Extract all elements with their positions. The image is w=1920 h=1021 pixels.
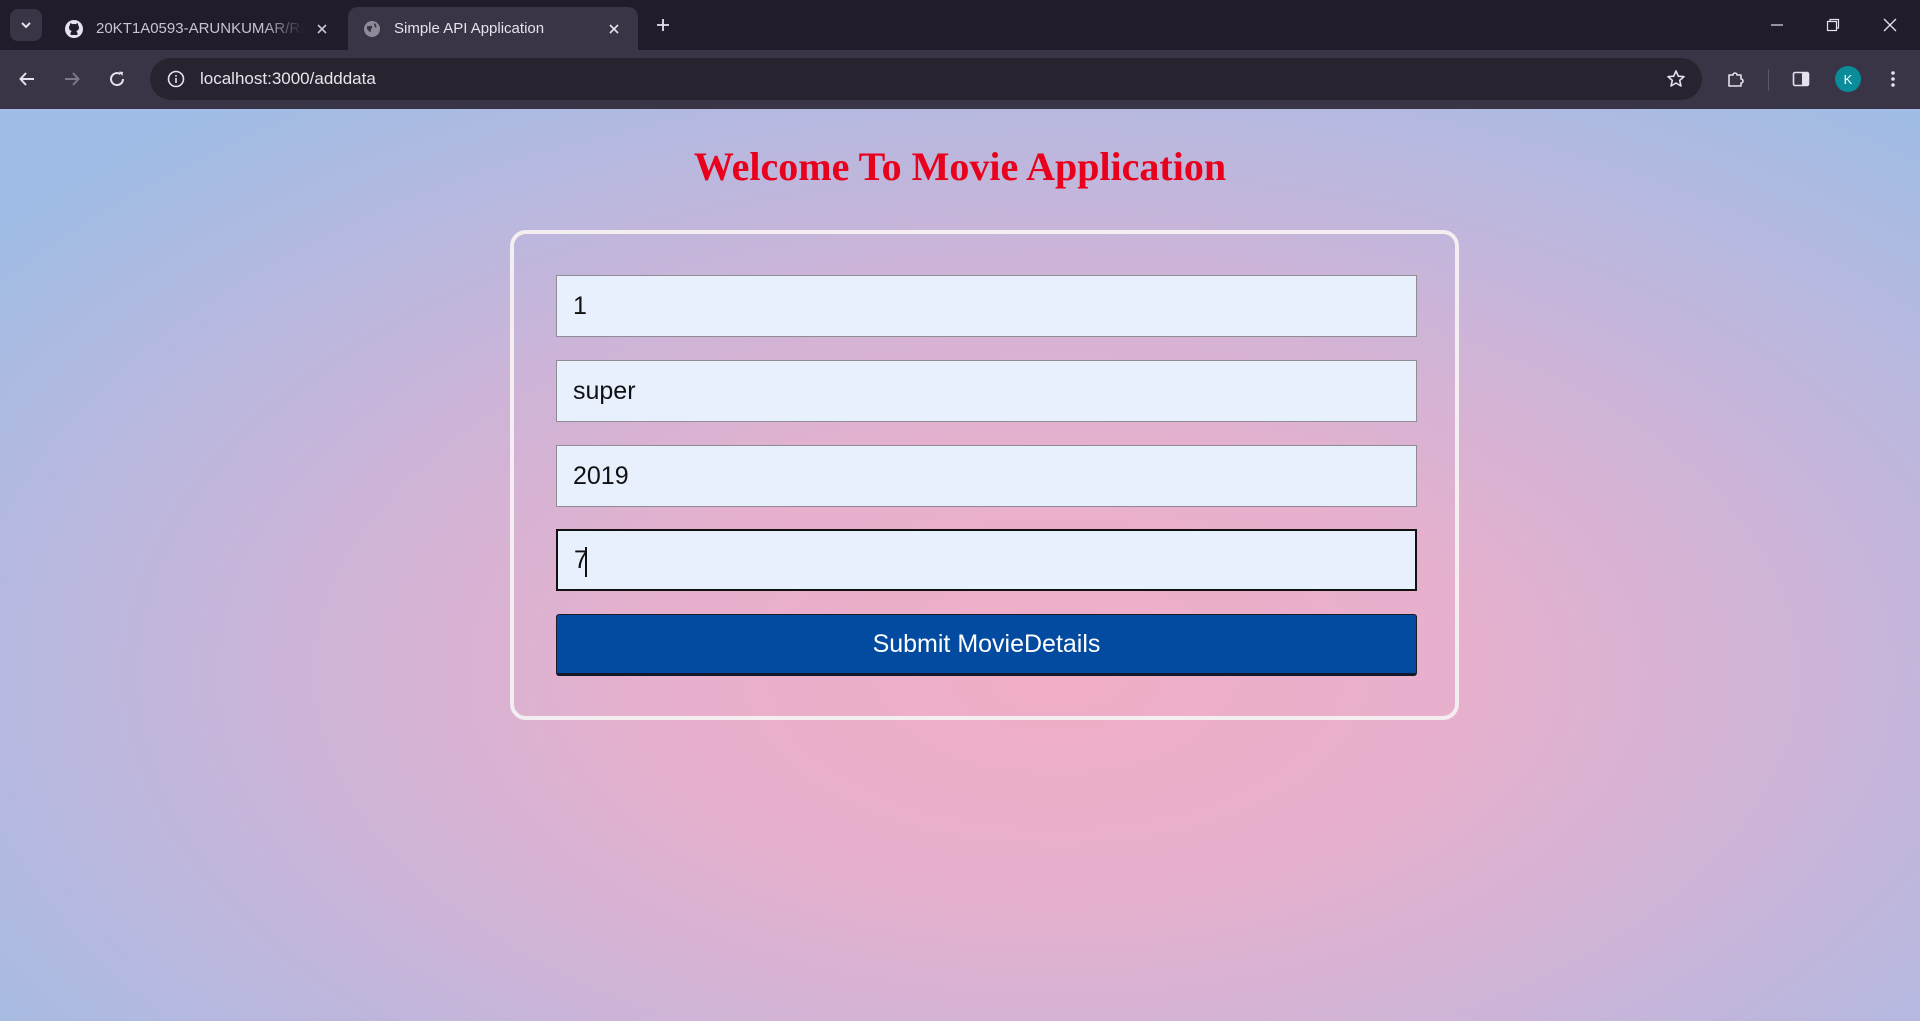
reload-icon [110,71,125,87]
minimize-icon [1771,24,1783,26]
release-year-input[interactable] [556,445,1417,507]
text-caret [585,547,587,577]
tab-github[interactable]: 20KT1A0593-ARUNKUMAR/REA [50,7,346,50]
toolbar-divider [1768,69,1769,91]
extensions-button[interactable] [1720,63,1752,95]
chevron-down-icon [21,22,31,29]
side-panel-button[interactable] [1785,63,1817,95]
bookmark-star-icon[interactable] [1656,58,1696,100]
reload-button[interactable] [101,63,133,95]
address-bar[interactable]: localhost:3000/adddata [150,58,1702,100]
forward-button[interactable] [56,63,88,95]
tab-title: 20KT1A0593-ARUNKUMAR/REA [96,20,304,37]
tab-title: Simple API Application [394,20,545,37]
globe-icon [362,19,382,39]
back-button[interactable] [11,63,43,95]
restore-icon [1826,18,1840,32]
submit-movie-details-button[interactable]: Submit MovieDetails [556,614,1417,676]
puzzle-icon [1728,72,1744,87]
url-text[interactable]: localhost:3000/adddata [200,69,1656,89]
tab-simple-api[interactable]: Simple API Application [348,7,638,50]
plus-icon [657,19,669,31]
profile-avatar[interactable]: K [1835,66,1861,92]
restore-button[interactable] [1818,10,1848,40]
page-viewport: Welcome To Movie Application Submit Movi… [0,109,1920,1021]
arrow-right-icon [65,72,80,86]
close-window-button[interactable] [1875,10,1905,40]
new-tab-button[interactable] [650,12,676,38]
page-title: Welcome To Movie Application [693,144,1227,189]
rating-input[interactable] [556,529,1417,591]
movie-form: Submit MovieDetails [510,230,1459,720]
minimize-button[interactable] [1762,10,1792,40]
browser-menu-button[interactable] [1877,63,1909,95]
arrow-left-icon [19,72,34,86]
close-tab-icon[interactable] [312,19,332,39]
close-icon [1883,18,1897,32]
more-vertical-icon [1891,71,1895,87]
browser-toolbar: localhost:3000/adddata [0,50,1920,109]
site-info-icon[interactable] [156,58,196,100]
close-tab-icon[interactable] [604,19,624,39]
movie-id-input[interactable] [556,275,1417,337]
tab-strip: 20KT1A0593-ARUNKUMAR/REA Simple API Appl… [0,0,1920,50]
movie-name-input[interactable] [556,360,1417,422]
github-icon [64,19,84,39]
tab-search-button[interactable] [10,9,42,41]
side-panel-icon [1792,71,1810,87]
